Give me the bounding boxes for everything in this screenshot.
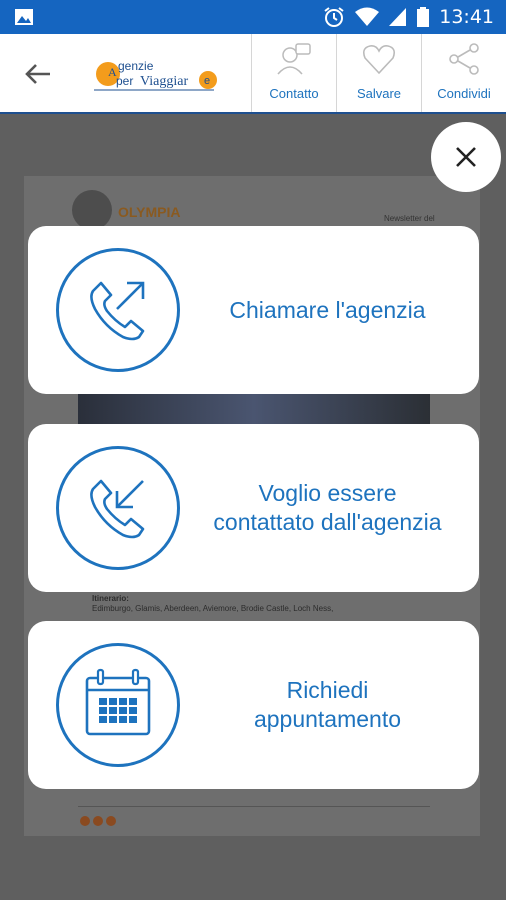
contact-action[interactable]: Contatto — [251, 34, 336, 112]
calendar-badge — [56, 643, 180, 767]
signal-icon — [389, 8, 407, 26]
save-label: Salvare — [356, 86, 402, 101]
newsletter-brand: OLYMPIA — [118, 204, 181, 220]
newsletter-logo: OLYMPIA — [72, 190, 192, 230]
appointment-option[interactable]: Richiedi appuntamento — [28, 621, 479, 789]
save-action[interactable]: Salvare — [336, 34, 421, 112]
contact-icon — [277, 43, 311, 75]
phone-outgoing-badge — [56, 248, 180, 372]
itinerary-text: Edimburgo, Glamis, Aberdeen, Aviemore, B… — [92, 604, 334, 613]
clock-time: 13:41 — [439, 6, 494, 28]
share-action[interactable]: Condividi — [421, 34, 506, 112]
svg-text:e: e — [204, 75, 210, 87]
close-icon — [456, 147, 476, 167]
app-bar: A genzie per Viaggiar e Contatto Salvare — [0, 34, 506, 114]
request-contact-label: Voglio essere contattato dall'agenzia — [213, 480, 442, 535]
divider — [78, 806, 430, 807]
svg-text:per: per — [116, 74, 133, 88]
newsletter-photo — [78, 392, 430, 424]
instagram-icon — [106, 816, 116, 826]
appointment-label: Richiedi appuntamento — [253, 677, 402, 732]
alarm-icon — [324, 7, 344, 27]
share-icon — [449, 43, 479, 75]
itinerary-title: Itinerario: — [92, 594, 129, 603]
call-agency-label: Chiamare l'agenzia — [229, 296, 426, 323]
facebook-icon — [80, 816, 90, 826]
arrow-back-icon[interactable] — [22, 58, 54, 90]
phone-incoming-icon — [90, 479, 145, 539]
svg-text:genzie: genzie — [118, 59, 154, 73]
svg-text:Viaggiar: Viaggiar — [140, 74, 188, 89]
newsletter-itinerary: Itinerario: Edimburgo, Glamis, Aberdeen,… — [92, 594, 333, 614]
request-contact-option[interactable]: Voglio essere contattato dall'agenzia — [28, 424, 479, 592]
agency-logo: A genzie per Viaggiar e — [94, 59, 217, 91]
phone-outgoing-icon — [90, 281, 145, 341]
twitter-icon — [93, 816, 103, 826]
call-agency-option[interactable]: Chiamare l'agenzia — [28, 226, 479, 394]
calendar-icon — [85, 668, 151, 736]
social-icons — [80, 816, 116, 826]
newsletter-header: Newsletter del — [384, 214, 435, 223]
share-label: Condividi — [437, 86, 491, 101]
close-button[interactable] — [431, 122, 501, 192]
phone-incoming-badge — [56, 446, 180, 570]
contact-label: Contatto — [269, 86, 319, 101]
image-icon — [15, 9, 33, 25]
heart-icon — [363, 45, 395, 75]
battery-icon — [417, 7, 430, 27]
wifi-icon — [355, 7, 380, 26]
globe-icon — [72, 190, 112, 230]
status-bar: 13:41 — [0, 0, 506, 34]
